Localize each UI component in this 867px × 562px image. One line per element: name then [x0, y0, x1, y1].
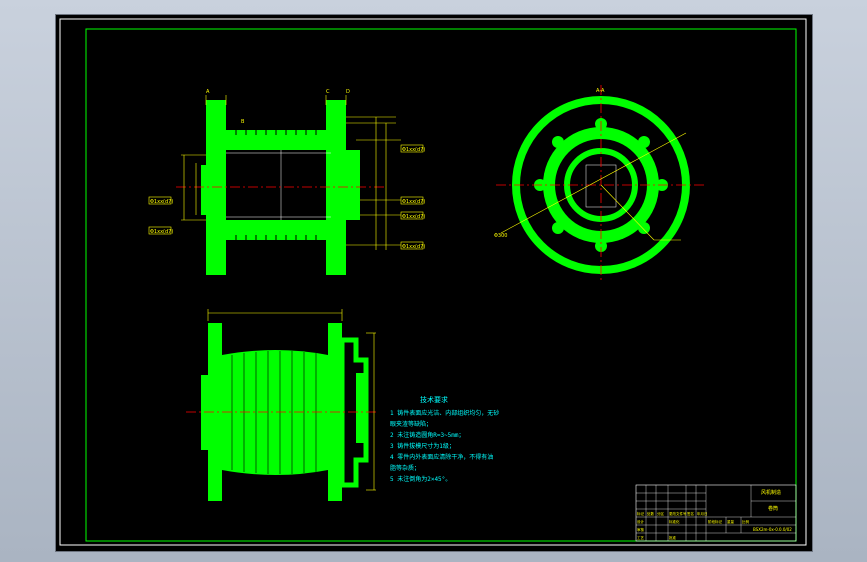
drum-exterior-view — [186, 309, 376, 501]
side-view: A-A Φ300 — [494, 85, 706, 280]
row-label-5: 签名 — [687, 511, 694, 516]
sign-label-1: 设计 — [637, 519, 645, 524]
tech-line-1: 1 铸件表面应光洁、内部组织均匀，无砂 — [390, 409, 499, 417]
cad-viewport[interactable]: Φ1xx(d7) Φ1xx(d7) Φ1xx(d7) Φ1xx(d7) Φ1xx… — [55, 14, 813, 552]
diameter-label: Φ300 — [494, 233, 507, 239]
drawing-number: BSX2m-0x-0.0.0/02 — [753, 527, 792, 532]
front-section-view: Φ1xx(d7) Φ1xx(d7) Φ1xx(d7) Φ1xx(d7) Φ1xx… — [148, 89, 425, 275]
drawing-canvas: Φ1xx(d7) Φ1xx(d7) Φ1xx(d7) Φ1xx(d7) Φ1xx… — [59, 18, 807, 546]
technical-requirements: 技术要求 1 铸件表面应光洁、内部组织均匀，无砂 眼夹渣等缺陷； 2 未注铸造圆… — [390, 395, 499, 483]
company-name: 风机制造 — [761, 489, 781, 496]
callout-right-2: Φ1xx(d7) — [402, 199, 425, 205]
stage-label-2: 重量 — [727, 519, 735, 524]
part-name: 卷筒 — [768, 505, 778, 512]
sign-label-5: 批准 — [669, 535, 677, 540]
row-label-6: 年月日 — [697, 511, 708, 516]
tech-line-7: 5 未注倒角为2×45°。 — [390, 475, 451, 483]
label-a: A — [206, 89, 210, 95]
callout-right-4: Φ1xx(d7) — [402, 244, 425, 250]
paper-border — [59, 18, 807, 546]
row-label-1: 标记 — [637, 511, 645, 516]
callout-left-1: Φ1xx(d7) — [150, 199, 173, 205]
tech-line-4: 3 铸件拔模尺寸为1级； — [390, 442, 455, 450]
title-block: 风机制造 卷筒 BSX2m-0x-0.0.0/02 标记 处数 分区 更改文件号… — [635, 484, 797, 542]
tech-line-3: 2 未注铸造圆角R=3~5mm； — [390, 431, 465, 439]
callout-left-2: Φ1xx(d7) — [150, 229, 173, 235]
sign-label-2: 标准化 — [669, 519, 680, 524]
tech-title: 技术要求 — [420, 395, 448, 404]
row-label-2: 处数 — [647, 511, 655, 516]
tech-line-6: 脂等杂质； — [390, 464, 420, 472]
row-label-3: 分区 — [657, 511, 665, 516]
callout-right-3: Φ1xx(d7) — [402, 214, 425, 220]
sign-label-3: 审核 — [637, 527, 645, 532]
row-label-4: 更改文件号 — [669, 511, 687, 516]
tech-line-5: 4 零件内外表面应清除干净，不得有油 — [390, 453, 493, 461]
label-b: B — [241, 119, 245, 125]
stage-label-3: 比例 — [742, 519, 750, 524]
callout-right-1: Φ1xx(d7) — [402, 147, 425, 153]
label-d: D — [346, 89, 350, 95]
sign-label-4: 工艺 — [637, 535, 645, 540]
section-label: A-A — [596, 88, 605, 94]
tech-line-2: 眼夹渣等缺陷； — [390, 420, 432, 428]
stage-label-1: 阶段标记 — [708, 519, 722, 524]
drawing-border — [85, 28, 797, 542]
label-c: C — [326, 89, 330, 95]
